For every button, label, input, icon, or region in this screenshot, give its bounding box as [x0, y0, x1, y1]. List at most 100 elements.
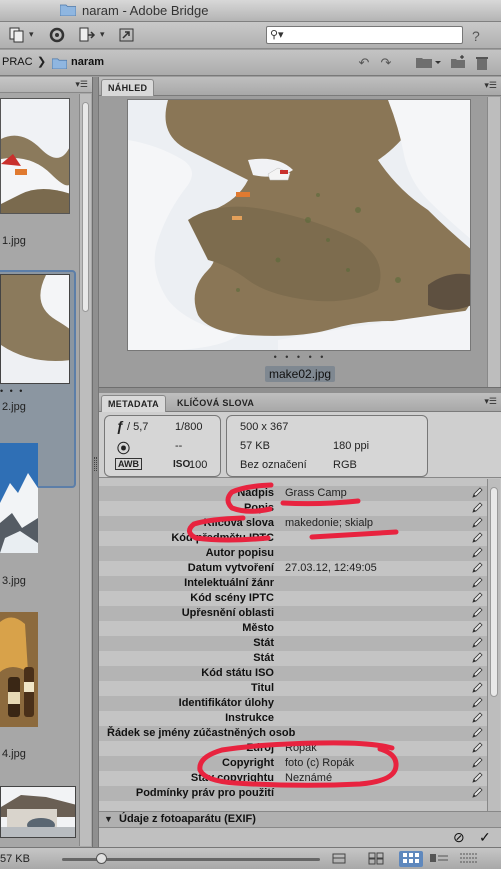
metadata-row[interactable]: Nadpis Grass Camp	[99, 486, 487, 501]
pencil-icon[interactable]	[471, 487, 483, 499]
open-in-icon[interactable]	[118, 27, 136, 43]
metadata-field-value[interactable]: Neznámé	[285, 772, 332, 784]
pencil-icon[interactable]	[471, 727, 483, 739]
thumbnail-image[interactable]	[0, 98, 70, 214]
grid-view-icon[interactable]	[366, 851, 386, 867]
thumbnail-image[interactable]	[0, 274, 70, 384]
pencil-icon[interactable]	[471, 757, 483, 769]
tab-preview[interactable]: NÁHLED	[101, 79, 155, 96]
pencil-icon[interactable]	[471, 697, 483, 709]
metadata-row[interactable]: Intelektuální žánr	[99, 576, 487, 591]
list-view-icon[interactable]	[458, 851, 480, 867]
metadata-row[interactable]: Kód státu ISO	[99, 666, 487, 681]
thumbnail-size-slider[interactable]	[62, 853, 320, 864]
metadata-row[interactable]: Autor popisu	[99, 546, 487, 561]
metadata-row[interactable]: Kód scény IPTC	[99, 591, 487, 606]
pencil-icon[interactable]	[471, 742, 483, 754]
thumbnail-item[interactable]: 4.jpg	[0, 612, 78, 812]
search-icon[interactable]: ⚲▾	[270, 28, 284, 41]
thumbnail-item[interactable]	[0, 786, 78, 846]
pencil-icon[interactable]	[471, 667, 483, 679]
thumbnails-view-icon[interactable]	[399, 851, 423, 867]
content-scrollbar[interactable]	[79, 94, 91, 846]
preview-scrollbar[interactable]	[487, 97, 500, 387]
trash-icon[interactable]	[474, 55, 490, 71]
pencil-icon[interactable]	[471, 517, 483, 529]
apply-icon[interactable]: ✓	[479, 829, 491, 846]
metadata-field-value[interactable]: foto (c) Ropák	[285, 757, 354, 769]
thumbnail-item[interactable]: 3.jpg	[0, 443, 78, 603]
metadata-row[interactable]: Copyright foto (c) Ropák	[99, 756, 487, 771]
details-view-icon[interactable]	[428, 851, 450, 867]
export-icon[interactable]	[78, 27, 96, 43]
metadata-row[interactable]: Instrukce	[99, 711, 487, 726]
rotate-right-icon[interactable]: ↷	[378, 55, 394, 71]
metadata-row[interactable]: Stav copyrightu Neznámé	[99, 771, 487, 786]
metadata-field-label: Autor popisu	[205, 547, 274, 559]
metadata-field-value[interactable]: Ropák	[285, 742, 317, 754]
pencil-icon[interactable]	[471, 577, 483, 589]
metadata-row[interactable]: Upřesnění oblasti	[99, 606, 487, 621]
disclosure-triangle-icon[interactable]: ▼	[104, 814, 113, 824]
metadata-row[interactable]: Město	[99, 621, 487, 636]
panel-splitter[interactable]	[92, 77, 99, 847]
splitter-grip[interactable]	[94, 457, 97, 471]
pencil-icon[interactable]	[471, 712, 483, 724]
panel-menu-icon[interactable]: ▾☰	[484, 80, 497, 91]
pencil-icon[interactable]	[471, 502, 483, 514]
pencil-icon[interactable]	[471, 547, 483, 559]
rotate-refresh-icon[interactable]	[48, 27, 66, 43]
tab-keywords[interactable]: KLÍČOVÁ SLOVA	[171, 395, 260, 412]
breadcrumb-parent[interactable]: PRAC	[2, 56, 33, 68]
pencil-icon[interactable]	[471, 787, 483, 799]
slider-knob[interactable]	[95, 853, 107, 864]
preview-image[interactable]	[127, 99, 471, 351]
thumbnail-image[interactable]	[0, 612, 38, 727]
metadata-row[interactable]: Stát	[99, 636, 487, 651]
pencil-icon[interactable]	[471, 682, 483, 694]
pencil-icon[interactable]	[471, 637, 483, 649]
pencil-icon[interactable]	[471, 652, 483, 664]
panel-menu-icon[interactable]: ▾☰	[75, 79, 88, 90]
new-folder-icon[interactable]	[450, 55, 466, 71]
zoom-in-icon[interactable]	[330, 851, 348, 867]
metadata-row[interactable]: Kód předmětu IPTC	[99, 531, 487, 546]
metadata-field-value[interactable]: Grass Camp	[285, 487, 347, 499]
rotate-left-icon[interactable]: ↶	[356, 55, 372, 71]
metadata-row[interactable]: Titul	[99, 681, 487, 696]
metadata-row[interactable]: Popis	[99, 501, 487, 516]
panel-menu-icon[interactable]: ▾☰	[484, 396, 497, 407]
metadata-row[interactable]: Identifikátor úlohy	[99, 696, 487, 711]
pencil-icon[interactable]	[471, 607, 483, 619]
metadata-row[interactable]: Klíčová slova makedonie; skialp	[99, 516, 487, 531]
scrollbar-thumb[interactable]	[490, 487, 498, 697]
metadata-row[interactable]: Datum vytvoření 27.03.12, 12:49:05	[99, 561, 487, 576]
chevron-down-icon[interactable]: ▾	[100, 29, 105, 40]
pencil-icon[interactable]	[471, 532, 483, 544]
metadata-row[interactable]: Stát	[99, 651, 487, 666]
thumbnail-item[interactable]: 1.jpg	[0, 98, 78, 278]
breadcrumb-current[interactable]: naram	[71, 56, 104, 68]
copy-icon[interactable]	[8, 27, 26, 43]
thumbnail-image[interactable]	[0, 786, 76, 838]
pencil-icon[interactable]	[471, 622, 483, 634]
chevron-down-icon[interactable]: ▾	[29, 29, 34, 40]
metadata-row[interactable]: Řádek se jmény zúčastněných osob	[99, 726, 487, 741]
search-input[interactable]: ⚲▾	[266, 26, 463, 44]
metadata-field-value[interactable]: makedonie; skialp	[285, 517, 373, 529]
metadata-row[interactable]: Zdroj Ropák	[99, 741, 487, 756]
open-recent-folder-icon[interactable]	[414, 55, 442, 71]
metadata-row[interactable]: Podmínky práv pro použití	[99, 786, 487, 801]
tab-metadata[interactable]: METADATA	[101, 395, 166, 412]
thumbnail-image[interactable]	[0, 443, 38, 553]
pencil-icon[interactable]	[471, 592, 483, 604]
metadata-field-value[interactable]: 27.03.12, 12:49:05	[285, 562, 377, 574]
pencil-icon[interactable]	[471, 772, 483, 784]
scrollbar-thumb[interactable]	[82, 102, 89, 312]
cancel-icon[interactable]: ⊘	[453, 829, 465, 846]
pencil-icon[interactable]	[471, 562, 483, 574]
metadata-field-label: Klíčová slova	[203, 517, 274, 529]
help-icon[interactable]: ?	[472, 28, 480, 44]
metadata-scrollbar[interactable]	[487, 479, 500, 814]
exif-section-header[interactable]: ▼ Údaje z fotoaparátu (EXIF)	[99, 811, 501, 827]
